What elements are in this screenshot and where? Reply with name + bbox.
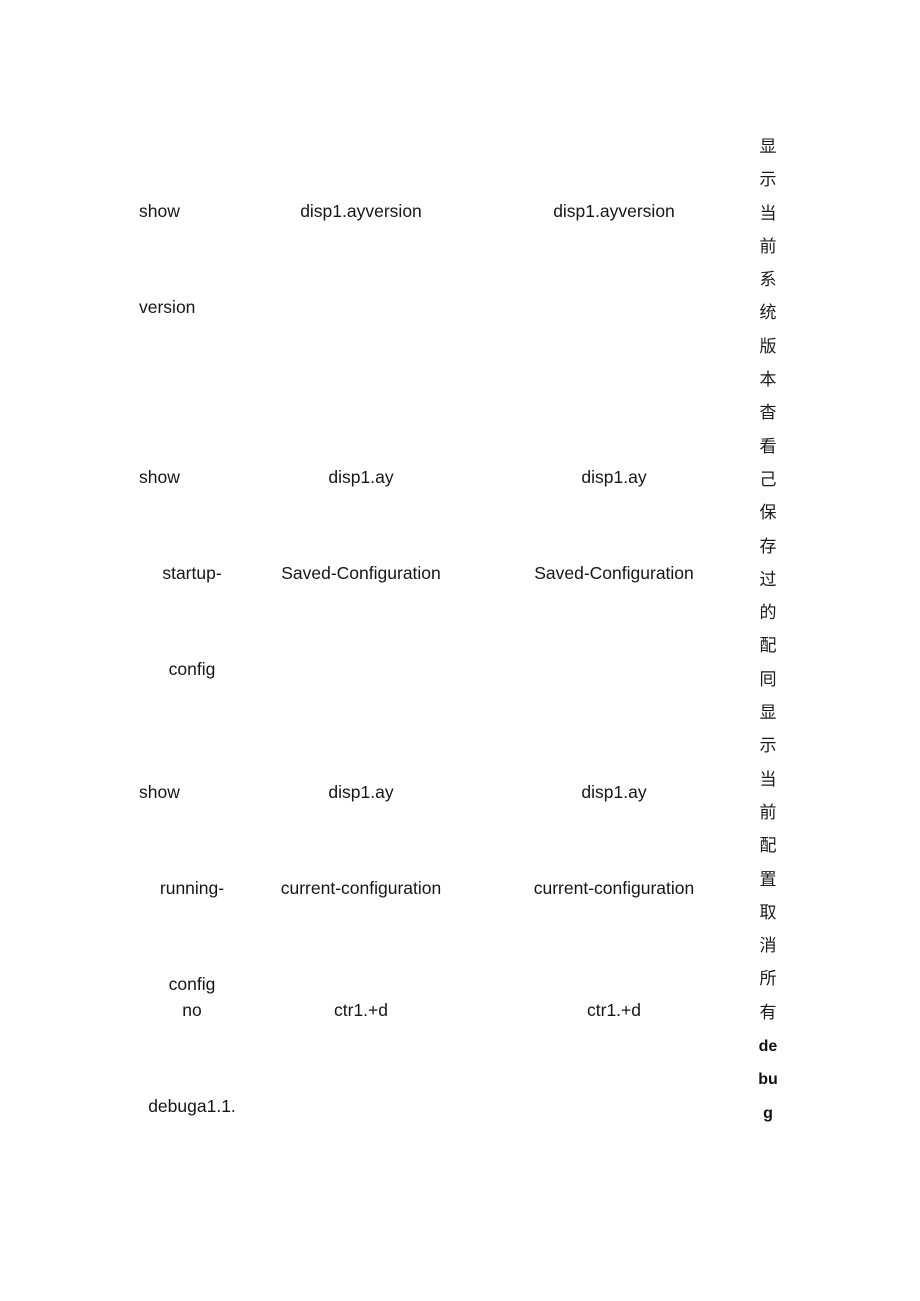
cell-h3c-line: current-configuration xyxy=(280,878,442,898)
cell-huawei-line: disp1.ay xyxy=(581,467,647,487)
description-glyph: 显 xyxy=(759,703,777,724)
cell-huawei-line: ctr1.+d xyxy=(587,1000,641,1020)
cell-command-line: show xyxy=(139,201,180,221)
description-glyph: 显 xyxy=(759,137,777,157)
description-glyph: 配 xyxy=(759,636,777,657)
description-glyph: 版 xyxy=(759,336,777,357)
description-glyph: 前 xyxy=(759,236,777,257)
description-glyph: g xyxy=(763,1104,773,1122)
cell-h3c-syntax: disp1.ayversion xyxy=(256,131,466,291)
cell-command: show version xyxy=(128,131,256,387)
cell-command-line: show xyxy=(139,782,180,802)
cell-h3c-syntax: ctr1.+d xyxy=(256,930,466,1090)
cell-command-line: running- xyxy=(159,878,225,898)
description-glyph: 配 xyxy=(759,836,777,857)
description-glyph: 置 xyxy=(759,869,777,890)
cell-huawei-line: Saved-Configuration xyxy=(534,563,694,583)
cell-h3c-line: disp1.ay xyxy=(328,467,394,487)
description-glyph: 保 xyxy=(759,503,777,524)
description-glyph: 取 xyxy=(759,902,777,923)
cell-h3c-syntax: disp1.ay Saved-Configuration xyxy=(256,397,466,653)
cell-h3c-line: disp1.ayversion xyxy=(300,201,422,221)
cell-command-line: show xyxy=(139,467,180,487)
description-glyph: 囘 xyxy=(759,669,777,690)
description-column-vertical: 显示当前系统版本杳看己保存过的配囘显示当前配置取消所有 de bu g xyxy=(744,131,792,1130)
description-glyph: 本 xyxy=(759,370,777,391)
cell-huawei-line: disp1.ayversion xyxy=(553,201,675,221)
cell-command: show startup- config xyxy=(128,397,256,749)
cell-huawei-line: current-configuration xyxy=(533,878,695,898)
description-glyph: 消 xyxy=(759,936,777,957)
description-glyph: 示 xyxy=(759,736,777,757)
cell-h3c-line: disp1.ay xyxy=(328,782,394,802)
description-glyph: 前 xyxy=(759,802,777,823)
description-glyph: 存 xyxy=(759,536,777,557)
description-glyph: 系 xyxy=(759,270,777,291)
description-glyph: bu xyxy=(758,1071,778,1089)
description-glyph: 有 xyxy=(759,1002,777,1023)
description-glyph: de xyxy=(758,1038,778,1056)
description-glyph: 杳 xyxy=(759,403,777,424)
command-reference-table: show version disp1.ayversion disp1.ayver… xyxy=(0,0,920,1301)
cell-command-line: config xyxy=(168,659,216,679)
cell-h3c-line: Saved-Configuration xyxy=(281,563,441,583)
description-glyph: 己 xyxy=(759,469,777,490)
description-glyph: 所 xyxy=(759,969,777,990)
document-page: show version disp1.ayversion disp1.ayver… xyxy=(0,0,920,1301)
cell-command-line: version xyxy=(139,297,196,317)
description-glyph: 的 xyxy=(759,603,777,624)
cell-huawei-line: disp1.ay xyxy=(581,782,647,802)
cell-huawei-syntax: disp1.ayversion xyxy=(508,131,720,291)
cell-command-line: no xyxy=(182,1000,202,1020)
description-glyph: 示 xyxy=(759,170,777,191)
cell-command: no debuga1.1. xyxy=(128,930,256,1186)
cell-h3c-line: ctr1.+d xyxy=(334,1000,388,1020)
cell-command-line: debuga1.1. xyxy=(148,1096,236,1116)
cell-huawei-syntax: ctr1.+d xyxy=(508,930,720,1090)
description-glyph: 统 xyxy=(759,303,777,324)
description-glyph: 看 xyxy=(759,436,777,457)
description-glyph: 过 xyxy=(759,569,777,590)
description-glyph: 当 xyxy=(759,203,777,224)
cell-command-line: startup- xyxy=(162,563,222,583)
description-glyph: 当 xyxy=(759,769,777,790)
cell-huawei-syntax: disp1.ay Saved-Configuration xyxy=(508,397,720,653)
